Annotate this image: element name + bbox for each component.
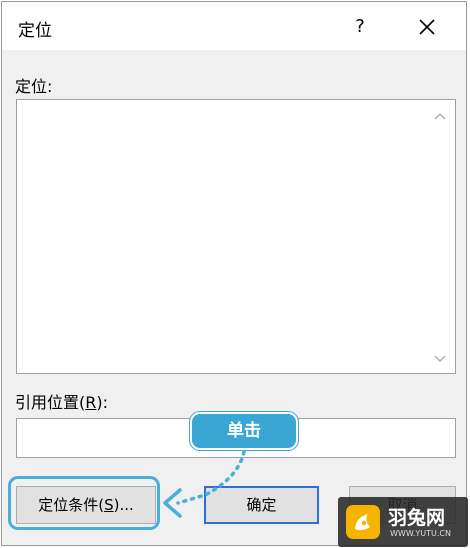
watermark: 羽兔网 WWW.YUTU.CN (338, 497, 468, 547)
watermark-brand: 羽兔网 (388, 507, 446, 529)
rabbit-logo-icon (346, 505, 380, 539)
click-callout: 单击 (190, 412, 298, 450)
watermark-url: WWW.YUTU.CN (390, 529, 451, 538)
annotation-pointer (163, 450, 246, 518)
